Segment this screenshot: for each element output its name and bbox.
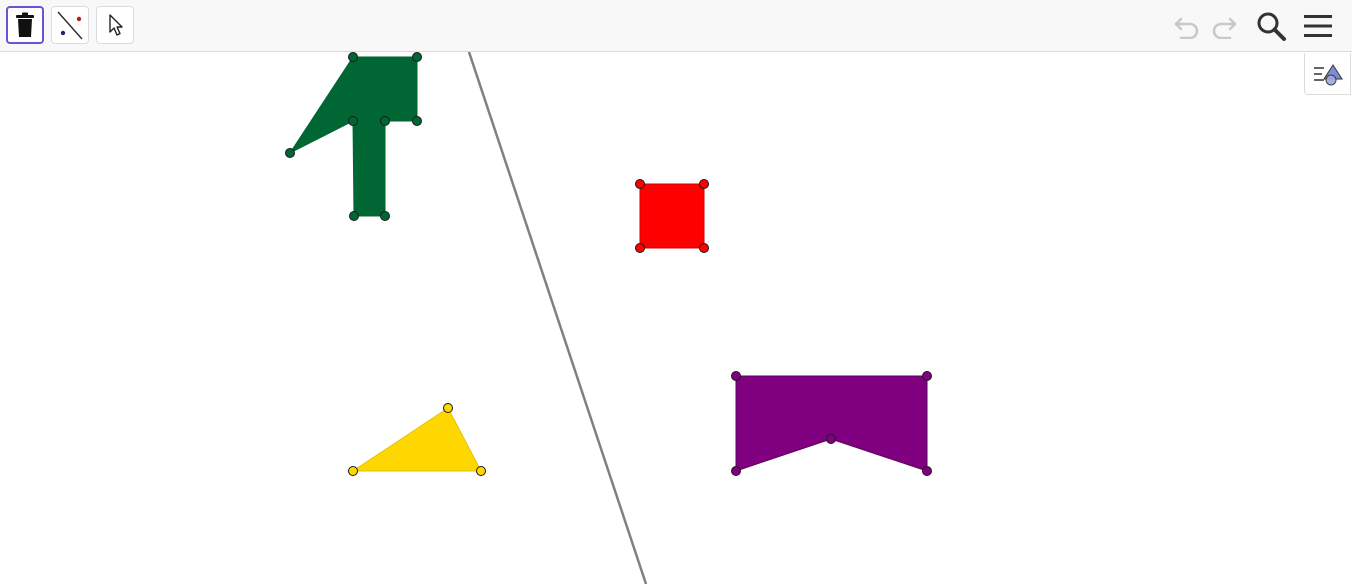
- redo-icon: [1212, 17, 1237, 39]
- reflect-about-line-tool-button[interactable]: [51, 6, 89, 44]
- search-button[interactable]: [1253, 8, 1289, 44]
- undo-icon: [1174, 17, 1199, 39]
- graphics-view[interactable]: [0, 52, 1352, 584]
- mirror-line[interactable]: [467, 52, 648, 584]
- main-menu-button[interactable]: [1300, 8, 1336, 44]
- delete-tool-button[interactable]: [6, 6, 44, 44]
- red-square[interactable]: [635, 179, 709, 253]
- move-tool-button[interactable]: [96, 6, 134, 44]
- trash-icon: [16, 12, 34, 37]
- yellow-triangle[interactable]: [348, 403, 486, 476]
- hamburger-menu-icon: [1304, 15, 1332, 37]
- undo-button[interactable]: [1169, 8, 1205, 44]
- reflect-line-icon: [57, 11, 83, 40]
- purple-pentagon[interactable]: [731, 371, 932, 476]
- green-arrow-polygon[interactable]: [285, 52, 422, 221]
- toolbar: [0, 0, 1352, 52]
- cursor-arrow-icon: [109, 14, 123, 36]
- redo-button[interactable]: [1206, 8, 1242, 44]
- search-icon: [1257, 12, 1286, 41]
